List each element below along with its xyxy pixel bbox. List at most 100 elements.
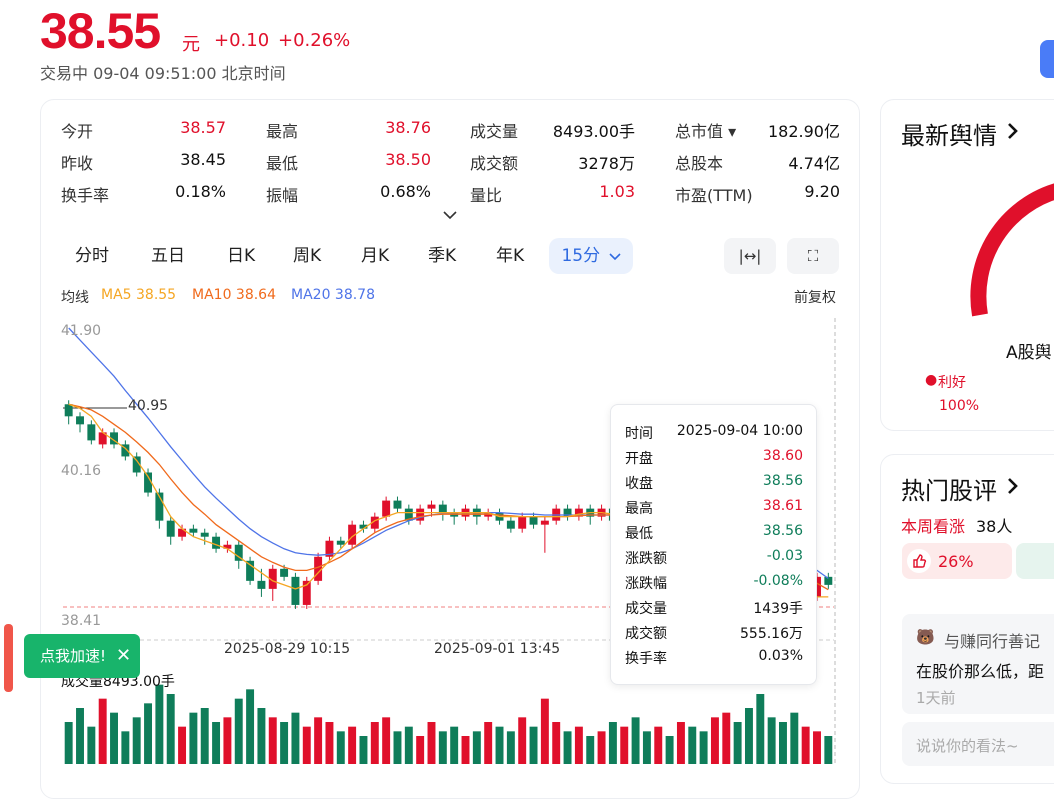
volume-bar [824, 736, 833, 764]
volume-bar [121, 731, 130, 764]
volume-bar [348, 726, 357, 764]
tooltip-value: 38.61 [762, 498, 803, 514]
speed-up-label: 点我加速! [40, 647, 107, 665]
volume-bar [416, 736, 425, 764]
volume-bar [484, 722, 493, 764]
bear-pill[interactable] [1016, 543, 1054, 579]
volume-bar [155, 684, 164, 764]
volume-bar [268, 717, 277, 764]
max-marker-label: 40.95 [128, 398, 169, 414]
tooltip-key: 开盘 [625, 451, 653, 467]
hot-comments-title[interactable]: 热门股评 [901, 471, 997, 506]
volume-bar [257, 708, 266, 764]
volume-bar [370, 722, 379, 764]
volume-bar [87, 726, 96, 764]
candle-body [280, 568, 289, 577]
comment-text: 在股价那么低，距 [916, 662, 1045, 681]
tooltip-key: 最低 [625, 526, 653, 542]
volume-bar [518, 717, 527, 764]
volume-bar [586, 736, 595, 764]
volume-bar [665, 736, 674, 764]
candle-body [166, 520, 175, 537]
volume-bar [779, 722, 787, 764]
candle-body [427, 504, 436, 509]
volume-bar [552, 722, 561, 764]
x-tick-label: 2025-08-29 10:15 [224, 641, 351, 657]
volume-bar [325, 722, 334, 764]
sentiment-title[interactable]: 最新舆情 [901, 116, 997, 151]
candle-body [382, 500, 391, 517]
good-value: 100% [939, 398, 980, 414]
y-tick-label: 38.41 [61, 613, 102, 629]
comment-placeholder: 说说你的看法~ [916, 737, 1019, 755]
volume-bar [166, 694, 175, 764]
candle-body [87, 424, 96, 441]
thumbs-up-icon [907, 549, 931, 573]
candle-body [257, 580, 266, 589]
volume-bar [461, 736, 470, 764]
tooltip-value: -0.03 [766, 548, 803, 564]
candle-body [246, 560, 255, 581]
tooltip-row: 成交量 1439手 [625, 598, 803, 620]
user-avatar-icon: 🐻 [916, 628, 935, 646]
volume-bar [699, 731, 708, 764]
candle-body [200, 532, 209, 537]
good-label: 利好 [938, 375, 966, 391]
tooltip-key: 涨跌额 [625, 551, 667, 567]
side-tab[interactable] [4, 624, 13, 692]
sentiment-gauge [970, 183, 1054, 317]
candle-tooltip: 时间 2025-09-04 10:00 开盘 38.60 收盘 38.56 最高 38.… [610, 404, 817, 685]
candle-body [518, 516, 527, 529]
tooltip-value: 0.03% [758, 648, 803, 664]
volume-bar [597, 731, 606, 764]
volume-bar [223, 717, 232, 764]
tooltip-row: 最低 38.56 [625, 523, 803, 545]
tooltip-value: 38.56 [762, 523, 803, 539]
tooltip-row: 开盘 38.60 [625, 448, 803, 470]
candle-body [438, 504, 447, 513]
tooltip-row: 涨跌幅 -0.08% [625, 573, 803, 595]
volume-bar [314, 717, 323, 764]
volume-bar [790, 712, 799, 764]
tooltip-value: -0.08% [753, 573, 803, 589]
chevron-right-icon[interactable] [1004, 120, 1022, 142]
volume-bar [688, 726, 697, 764]
volume-bar [382, 717, 391, 764]
volume-bar [642, 731, 651, 764]
y-tick-label: 41.90 [61, 323, 102, 339]
volume-bar [212, 722, 221, 764]
gauge-label: A股舆 [1006, 343, 1052, 363]
volume-bar [291, 712, 300, 764]
volume-bar [756, 694, 765, 764]
tooltip-value: 38.60 [762, 448, 803, 464]
volume-bar [495, 726, 504, 764]
tooltip-value: 1439手 [753, 601, 803, 617]
volume-bar [393, 731, 402, 764]
weekly-bull-count: 38人 [976, 517, 1013, 536]
volume-bar [744, 708, 753, 764]
volume-bar [234, 698, 243, 764]
chevron-right-icon[interactable] [1004, 475, 1022, 497]
volume-bar [427, 722, 436, 764]
comment-user[interactable]: 与赚同行善记 [944, 628, 1040, 652]
bull-pct: 26% [938, 552, 974, 571]
candle-body [291, 576, 300, 605]
candle-body [64, 404, 73, 417]
volume-bar [189, 712, 198, 764]
volume-bar [76, 708, 84, 764]
candle-body [393, 500, 402, 509]
comment-input[interactable]: 说说你的看法~ [902, 722, 1054, 766]
volume-bar [144, 703, 153, 764]
volume-bar [767, 717, 776, 764]
tooltip-key: 涨跌幅 [625, 576, 667, 592]
volume-bar [529, 726, 538, 764]
close-icon[interactable]: ✕ [116, 634, 131, 678]
volume-bar [280, 722, 289, 764]
tooltip-row: 涨跌额 -0.03 [625, 548, 803, 570]
volume-bar [246, 689, 255, 764]
candle-body [506, 520, 515, 529]
volume-bar [302, 726, 311, 764]
candle-body [540, 520, 549, 525]
volume-bar [472, 731, 481, 764]
volume-bar [676, 722, 685, 764]
